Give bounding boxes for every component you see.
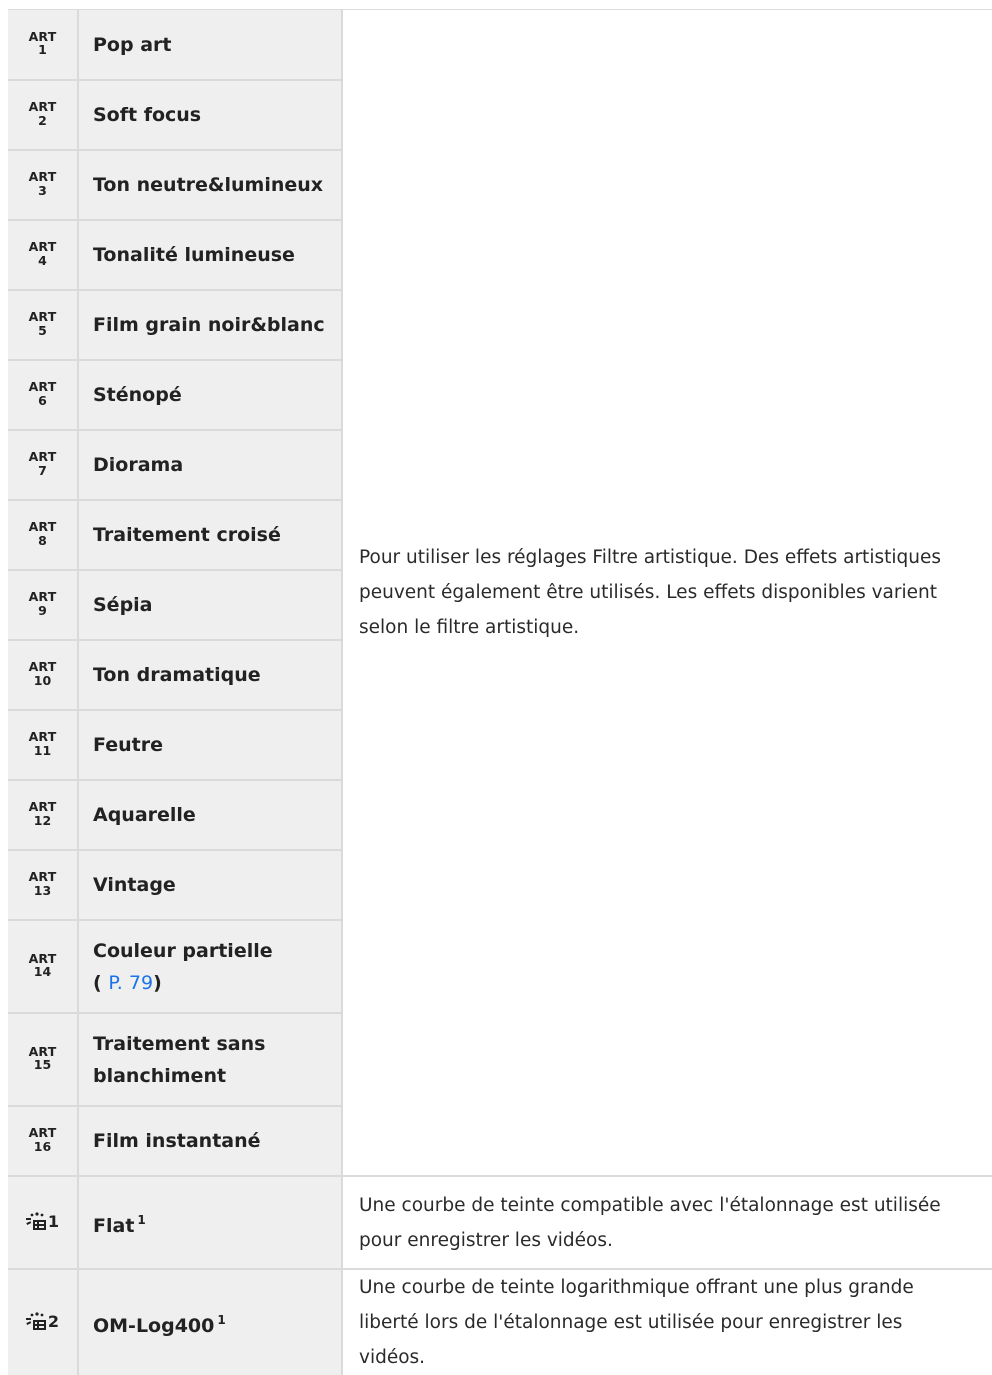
mode-name: Feutre [78,710,343,781]
link-paren-close: ) [153,971,162,994]
mode-name: Flat 1 [78,1176,343,1270]
mode-name-text: Couleur partielle [93,939,273,962]
art-icon: ART 9 [8,570,79,641]
mode-name: Aquarelle [78,780,343,851]
art-icon: ART 3 [8,150,79,221]
table-row: 2 OM-Log400 1 Une courbe de teinte logari… [8,1269,992,1375]
footnote-marker: 1 [137,1212,146,1227]
mode-name: Film instantané [78,1106,343,1177]
mode-name: Sténopé [78,360,343,431]
picture-mode-video-icon: 2 [25,1311,59,1331]
mode-name: Vintage [78,850,343,921]
mode-name: Ton neutre&lumineux [78,150,343,221]
art-description-text: Pour utiliser les réglages Filtre artist… [359,547,941,638]
mode-name: Film grain noir&blanc [78,290,343,361]
mode-name: Traitement sans blanchiment [78,1013,343,1107]
mode-name: Pop art [78,10,343,81]
mode-name: OM-Log400 1 [78,1269,343,1375]
art-icon: ART 10 [8,640,79,711]
picture-mode-video-icon: 1 [25,1211,59,1231]
art-icon: ART 7 [8,430,79,501]
art-icon: ART 8 [8,500,79,571]
mode-name: Couleur partielle ( P. 79) [78,920,343,1014]
picture-mode-table: ART 1 Pop art Pour utiliser les réglages … [8,10,992,1375]
picture-mode-video-cell: 1 [8,1176,79,1270]
art-icon: ART 13 [8,850,79,921]
art-icon: ART 1 [8,10,79,81]
art-icon: ART 2 [8,80,79,151]
mode-description: Une courbe de teinte compatible avec l'é… [342,1176,992,1270]
art-icon: ART 16 [8,1106,79,1177]
art-icon: ART 12 [8,780,79,851]
art-icon: ART 5 [8,290,79,361]
mode-name: Tonalité lumineuse [78,220,343,291]
mode-name: Soft focus [78,80,343,151]
picture-mode-video-cell: 2 [8,1269,79,1375]
mode-name: Sépia [78,570,343,641]
footnote-marker: 1 [217,1312,226,1327]
page-reference-link[interactable]: P. 79 [108,972,153,994]
mode-description: Une courbe de teinte logarithmique offra… [342,1269,992,1375]
art-icon: ART 4 [8,220,79,291]
table-row: ART 1 Pop art Pour utiliser les réglages … [8,10,992,1177]
mode-name: Ton dramatique [78,640,343,711]
table-row: 1 Flat 1 Une courbe de teinte compatible … [8,1176,992,1270]
art-icon: ART 15 [8,1013,79,1107]
link-paren-open: ( [93,971,102,994]
art-description: Pour utiliser les réglages Filtre artist… [342,10,992,1177]
mode-name: Traitement croisé [78,500,343,571]
art-icon: ART 14 [8,920,79,1014]
art-icon: ART 11 [8,710,79,781]
art-icon: ART 6 [8,360,79,431]
mode-name: Diorama [78,430,343,501]
